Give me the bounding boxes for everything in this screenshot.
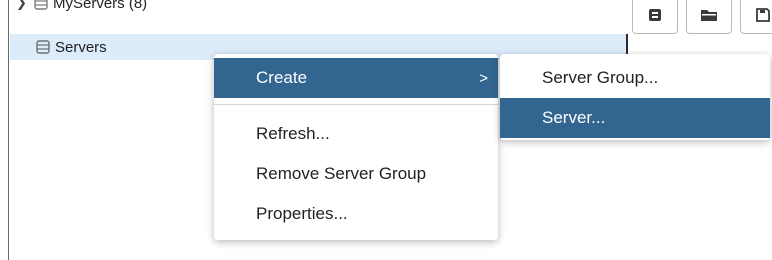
menu-item-server-group[interactable]: Server Group... bbox=[500, 58, 770, 98]
server-group-icon bbox=[34, 0, 48, 10]
menu-item-label: Properties... bbox=[256, 204, 348, 223]
save-button[interactable] bbox=[740, 0, 772, 34]
browser-stage: ❯ MyServers (8) Servers Create > Refresh… bbox=[0, 0, 772, 260]
menu-item-refresh[interactable]: Refresh... bbox=[214, 114, 498, 154]
menu-separator bbox=[214, 104, 498, 105]
open-folder-button[interactable] bbox=[686, 0, 732, 34]
database-icon bbox=[649, 9, 661, 21]
folder-icon bbox=[701, 10, 717, 21]
menu-item-create[interactable]: Create > bbox=[214, 58, 498, 98]
tree-item-label: Servers bbox=[55, 38, 107, 56]
menu-item-label: Refresh... bbox=[256, 124, 330, 143]
menu-item-label: Server... bbox=[542, 108, 606, 127]
tree-panel-border bbox=[8, 0, 9, 260]
menu-item-properties[interactable]: Properties... bbox=[214, 194, 498, 234]
server-group-icon bbox=[36, 40, 50, 54]
chevron-right-icon[interactable]: ❯ bbox=[16, 0, 28, 11]
menu-item-label: Remove Server Group bbox=[256, 164, 427, 183]
tree-item-myservers[interactable]: ❯ MyServers (8) bbox=[16, 0, 147, 15]
menu-item-label: Server Group... bbox=[542, 68, 659, 87]
menu-item-label: Create bbox=[256, 68, 308, 87]
create-submenu: Server Group... Server... bbox=[500, 54, 770, 140]
object-toolbar bbox=[632, 0, 772, 42]
save-icon bbox=[756, 8, 770, 22]
context-menu: Create > Refresh... Remove Server Group … bbox=[214, 54, 498, 240]
menu-item-remove-server-group[interactable]: Remove Server Group bbox=[214, 154, 498, 194]
tree-item-label: MyServers (8) bbox=[53, 0, 148, 12]
menu-item-server[interactable]: Server... bbox=[500, 98, 770, 138]
query-tool-button[interactable] bbox=[632, 0, 678, 34]
chevron-right-icon: > bbox=[479, 69, 488, 87]
